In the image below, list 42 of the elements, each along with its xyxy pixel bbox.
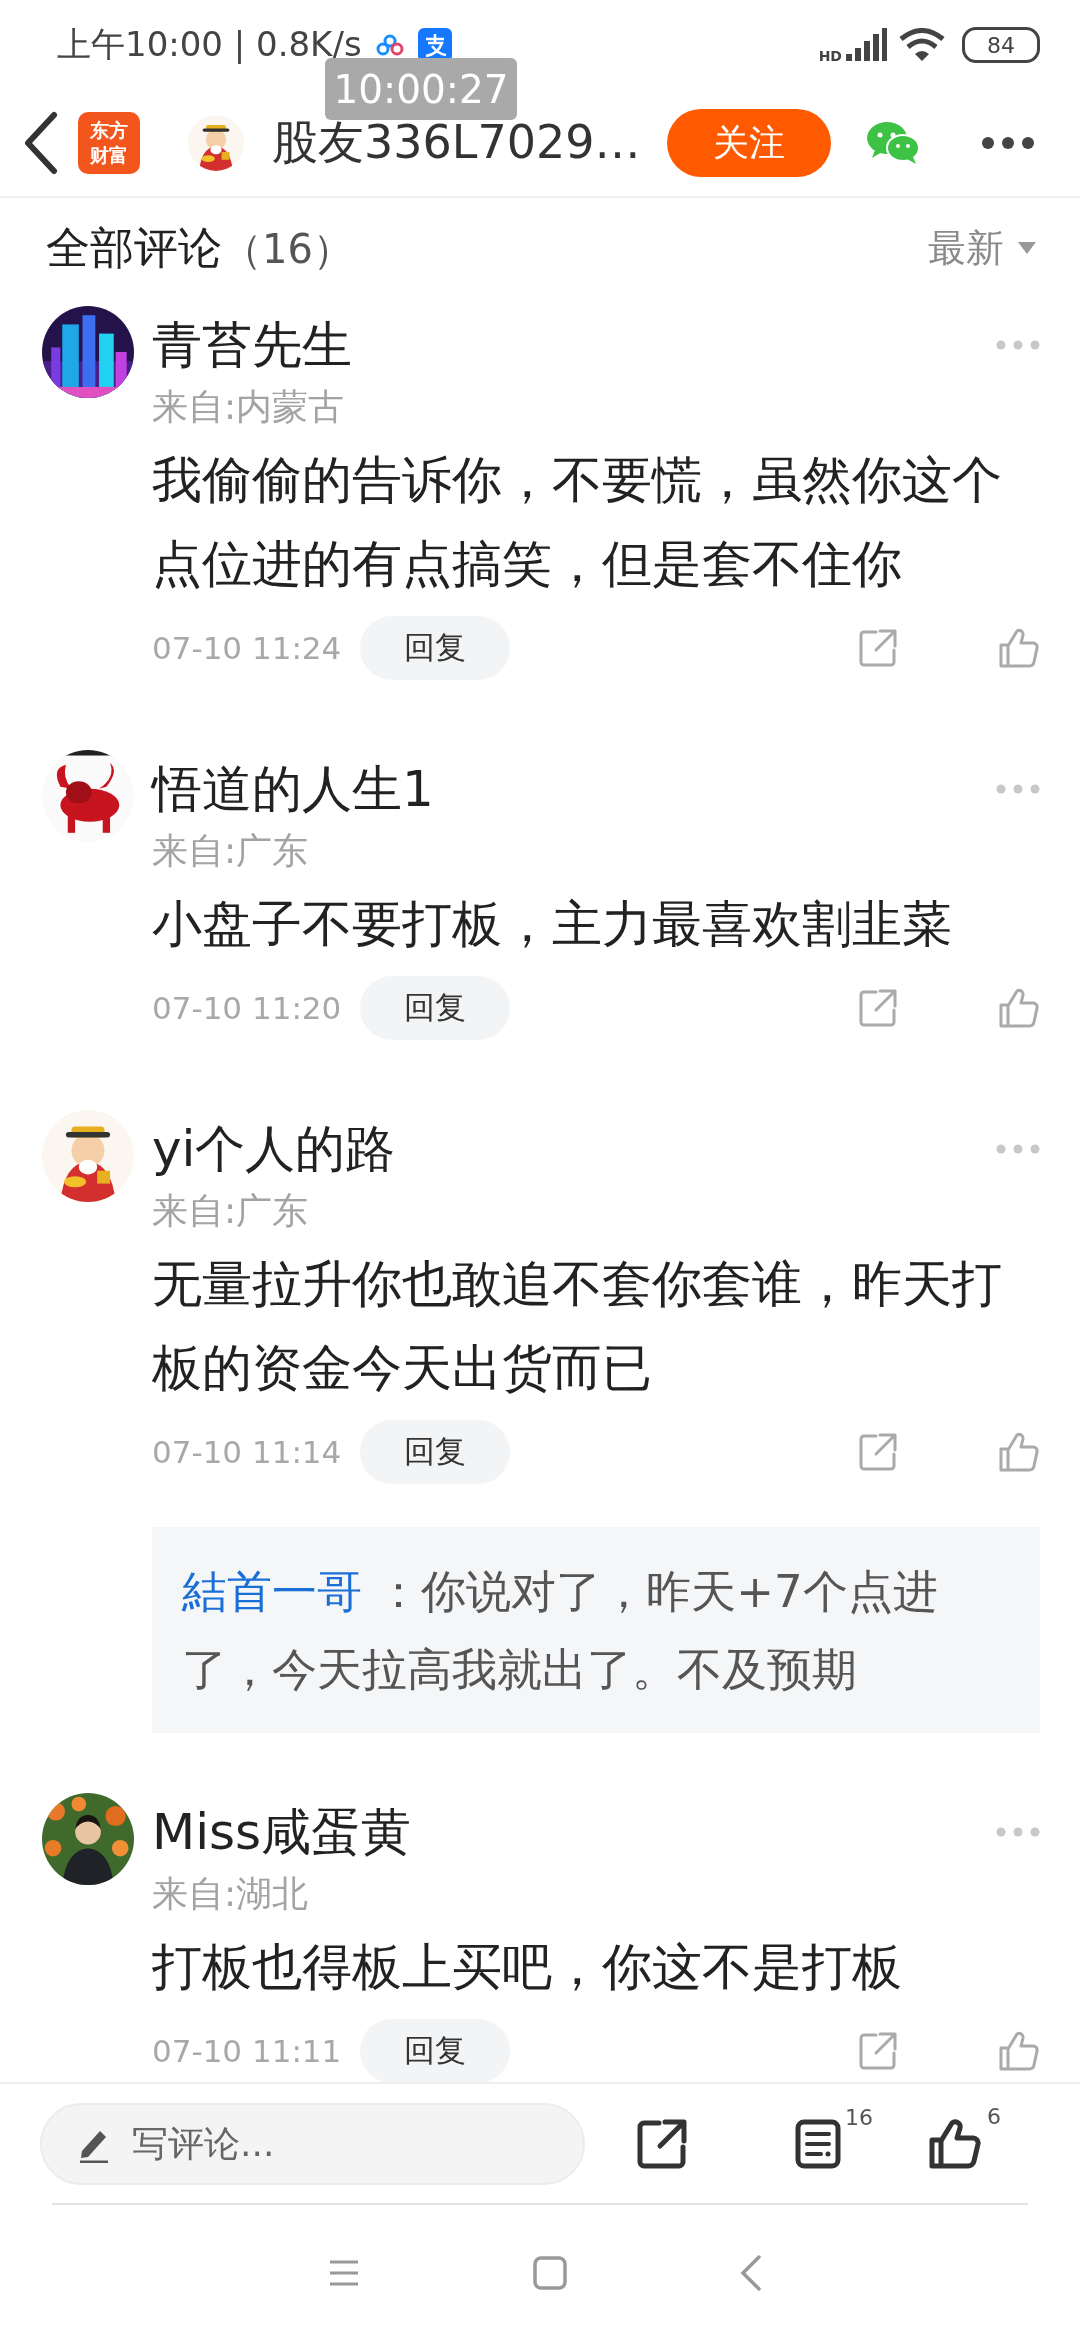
comment-input-field[interactable]: 写评论... xyxy=(130,2122,583,2165)
menu-icon[interactable] xyxy=(328,2258,361,2287)
more-icon[interactable] xyxy=(981,136,1035,150)
thumbs-up-icon[interactable] xyxy=(998,1431,1040,1473)
battery-indicator: 84 xyxy=(962,27,1040,63)
comment-time: 07-10 11:20 xyxy=(152,990,343,1026)
commenter-location: 来自:内蒙古 xyxy=(152,385,346,429)
thumbs-up-icon[interactable] xyxy=(998,987,1040,1029)
comment-text: 无量拉升你也敢追不套你套谁，昨天打板的资金今天出货而已 xyxy=(152,1254,1003,1399)
commenter-name: 悟道的人生1 xyxy=(152,759,434,820)
commenter-location: 来自:广东 xyxy=(152,829,310,873)
reply-button[interactable]: 回复 xyxy=(360,976,510,1040)
recording-timer: 10:00:27 xyxy=(325,58,517,120)
comment-time: 07-10 11:11 xyxy=(152,2033,343,2069)
thumbs-up-icon[interactable] xyxy=(998,627,1040,669)
reply-button[interactable]: 回复 xyxy=(360,2019,510,2082)
comment-text: 我偷偷的告诉你，不要慌，虽然你这个点位进的有点搞笑，但是套不住你 xyxy=(152,450,1003,595)
comment-count: 16 xyxy=(845,2104,873,2130)
commenter-location: 来自:广东 xyxy=(152,1189,310,1233)
cloud-icon xyxy=(375,34,404,56)
comment-time: 07-10 11:24 xyxy=(152,630,343,666)
comments-title: 全部评论（16） xyxy=(46,220,354,275)
thumbs-up-icon[interactable] xyxy=(929,2117,983,2170)
commenter-location: 来自:湖北 xyxy=(152,1872,310,1916)
commenter-name: Miss咸蛋黄 xyxy=(152,1802,412,1863)
reply-button[interactable]: 回复 xyxy=(360,1420,510,1484)
like-count: 6 xyxy=(987,2103,1001,2129)
thumbs-up-icon[interactable] xyxy=(998,2030,1040,2072)
comment-field[interactable]: 写评论... xyxy=(40,2102,585,2185)
signal-icon xyxy=(844,28,888,62)
reply-text: 結首一哥 ：你说对了，昨天+7个点进了，今天拉高我就出了。不及预期 xyxy=(182,1565,938,1696)
reply-button[interactable]: 回复 xyxy=(360,616,510,680)
wifi-icon xyxy=(898,28,946,62)
network-type: HD xyxy=(818,48,842,64)
comment-text: 打板也得板上买吧，你这不是打板 xyxy=(152,1937,903,1998)
share-icon[interactable] xyxy=(637,2118,687,2169)
comment-time: 07-10 11:14 xyxy=(152,1434,343,1470)
comment-text: 小盘子不要打板，主力最喜欢割韭菜 xyxy=(152,894,953,955)
home-icon[interactable] xyxy=(533,2255,567,2290)
commenter-name: 青苔先生 xyxy=(152,315,352,376)
comment-list-icon[interactable] xyxy=(795,2118,841,2169)
commenter-name: yi个人的路 xyxy=(152,1119,396,1180)
